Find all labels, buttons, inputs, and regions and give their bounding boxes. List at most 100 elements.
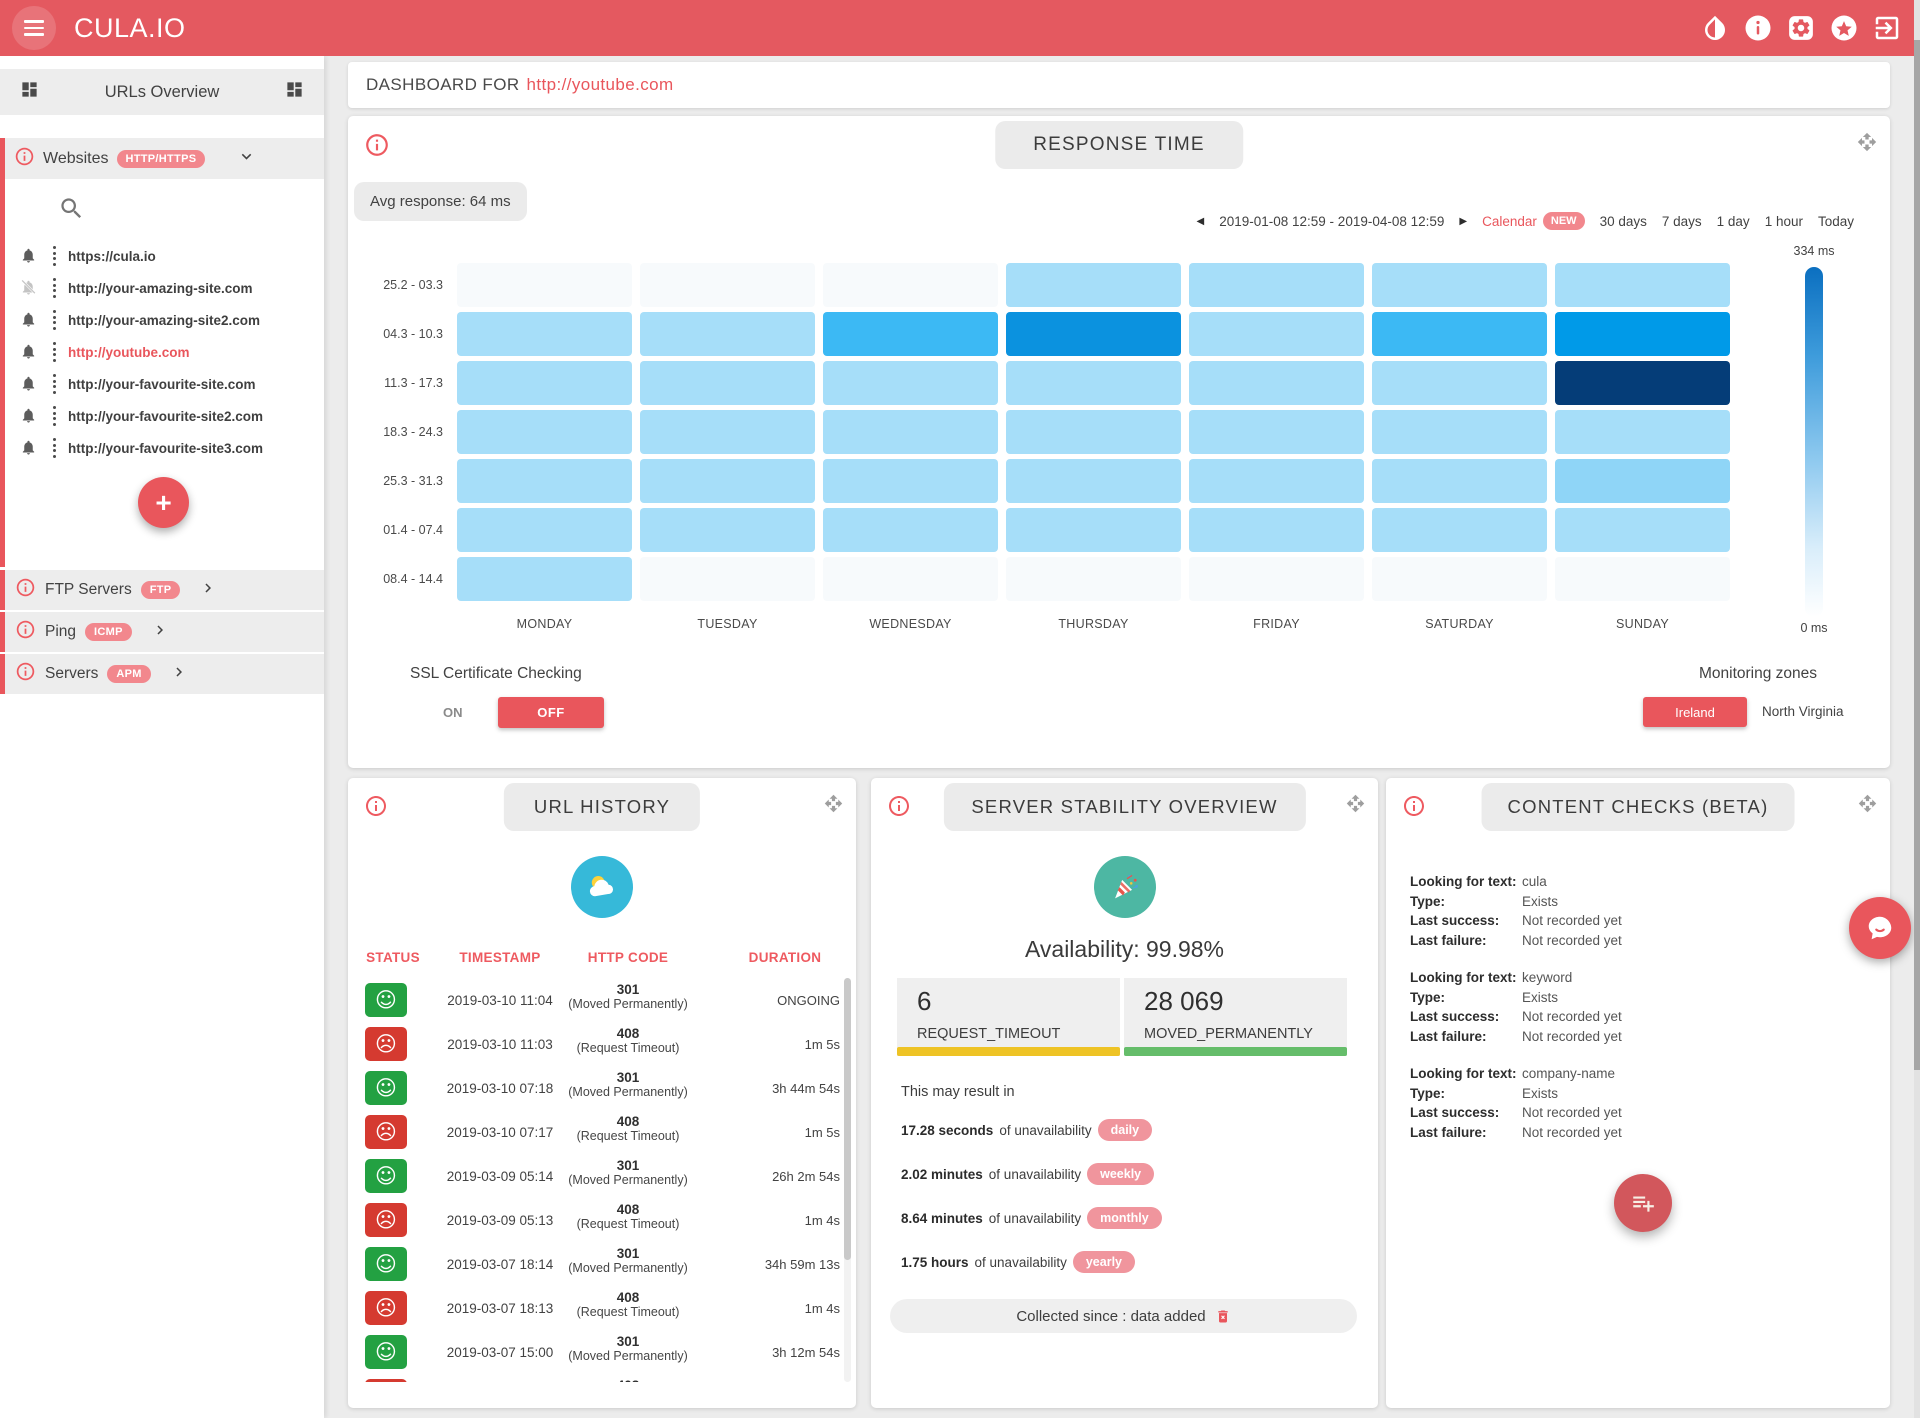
heatmap-cell[interactable] [1006,508,1181,552]
heatmap-cell[interactable] [457,263,632,307]
heatmap-cell[interactable] [1372,459,1547,503]
table-scrollbar-thumb[interactable] [844,978,851,1260]
heatmap-cell[interactable] [640,508,815,552]
table-row[interactable]: ☹2019-03-07 18:13408(Request Timeout)1m … [348,1286,856,1330]
heatmap-cell[interactable] [823,410,998,454]
invert-colors-icon[interactable] [1700,13,1730,43]
sidebar-url-item[interactable]: http://your-amazing-site.com [0,272,324,304]
drag-handle-icon[interactable] [53,246,56,266]
sidebar-section-servers[interactable]: Servers APM [0,654,324,694]
sidebar-url-item[interactable]: http://your-amazing-site2.com [0,304,324,336]
heatmap-cell[interactable] [823,312,998,356]
table-row[interactable]: ☺2019-03-10 11:04301(Moved Permanently)O… [348,978,856,1022]
heatmap-cell[interactable] [1555,459,1730,503]
trash-delete-icon[interactable] [1215,1308,1231,1325]
heatmap-cell[interactable] [1006,459,1181,503]
heatmap-cell[interactable] [457,459,632,503]
heatmap-cell[interactable] [1006,263,1181,307]
bell-muted-icon[interactable] [20,279,38,297]
info-outline-icon[interactable] [887,794,911,823]
heatmap-cell[interactable] [823,459,998,503]
heatmap-cell[interactable] [457,557,632,601]
dashboard-grid-icon[interactable] [285,80,304,104]
heatmap-cell[interactable] [1189,410,1364,454]
hamburger-menu-icon[interactable] [12,6,56,50]
table-row[interactable]: ☺2019-03-09 05:14301(Moved Permanently)2… [348,1154,856,1198]
move-icon[interactable] [1858,794,1877,818]
drag-handle-icon[interactable] [53,278,56,298]
ssl-on-button[interactable]: ON [443,705,463,720]
range-1-hour[interactable]: 1 hour [1765,214,1803,229]
sidebar-url-item[interactable]: http://your-favourite-site3.com [0,432,324,464]
add-url-button[interactable]: + [138,477,189,528]
exit-logout-icon[interactable] [1872,13,1902,43]
sidebar-url-item[interactable]: http://youtube.com [0,336,324,368]
heatmap-cell[interactable] [1555,361,1730,405]
heatmap-cell[interactable] [823,557,998,601]
heatmap-cell[interactable] [1006,557,1181,601]
page-scrollbar-thumb[interactable] [1914,40,1920,1070]
info-outline-icon[interactable] [364,794,388,823]
calendar-button[interactable]: Calendar [1482,214,1537,229]
move-icon[interactable] [824,794,843,818]
settings-gear-icon[interactable] [1786,13,1816,43]
drag-handle-icon[interactable] [53,406,56,426]
table-row[interactable]: ☹2019-03-10 11:03408(Request Timeout)1m … [348,1022,856,1066]
heatmap-cell[interactable] [640,410,815,454]
heatmap-cell[interactable] [1006,361,1181,405]
bell-icon[interactable] [20,375,38,393]
heatmap-cell[interactable] [640,312,815,356]
move-icon[interactable] [1346,794,1365,818]
drag-handle-icon[interactable] [53,310,56,330]
bell-icon[interactable] [20,407,38,425]
range-today[interactable]: Today [1818,214,1854,229]
heatmap-cell[interactable] [823,508,998,552]
move-icon[interactable] [1857,132,1877,157]
sidebar-url-item[interactable]: https://cula.io [0,240,324,272]
heatmap-cell[interactable] [1372,312,1547,356]
heatmap-cell[interactable] [1189,263,1364,307]
range-30-days[interactable]: 30 days [1600,214,1647,229]
heatmap-cell[interactable] [1372,263,1547,307]
heatmap-cell[interactable] [823,263,998,307]
info-outline-icon[interactable] [1402,794,1426,823]
prev-range-arrow[interactable]: ◀ [1197,216,1205,227]
drag-handle-icon[interactable] [53,342,56,362]
heatmap-cell[interactable] [1555,508,1730,552]
heatmap-cell[interactable] [1189,361,1364,405]
sidebar-url-item[interactable]: http://your-favourite-site2.com [0,400,324,432]
heatmap-cell[interactable] [1372,557,1547,601]
drag-handle-icon[interactable] [53,374,56,394]
sidebar-section-websites[interactable]: Websites HTTP/HTTPS [5,138,324,179]
heatmap-cell[interactable] [1006,312,1181,356]
table-row[interactable]: ☹2019-03-09 05:13408(Request Timeout)1m … [348,1198,856,1242]
bell-icon[interactable] [20,343,38,361]
heatmap-cell[interactable] [823,361,998,405]
heatmap-cell[interactable] [1189,312,1364,356]
heatmap-cell[interactable] [640,361,815,405]
heatmap-cell[interactable] [457,508,632,552]
heatmap-cell[interactable] [1372,508,1547,552]
zone-ireland-button[interactable]: Ireland [1643,697,1747,727]
search-icon[interactable] [58,195,85,227]
bell-icon[interactable] [20,311,38,329]
heatmap-cell[interactable] [1372,410,1547,454]
info-outline-icon[interactable] [364,132,390,163]
bell-icon[interactable] [20,247,38,265]
next-range-arrow[interactable]: ▶ [1459,216,1467,227]
heatmap-cell[interactable] [1006,410,1181,454]
heatmap-cell[interactable] [640,263,815,307]
table-row[interactable]: ☺2019-03-07 18:14301(Moved Permanently)3… [348,1242,856,1286]
star-icon[interactable] [1829,13,1859,43]
ssl-off-button[interactable]: OFF [498,697,604,728]
chevron-down-icon[interactable] [237,147,256,171]
table-row[interactable]: ☺2019-03-10 07:18301(Moved Permanently)3… [348,1066,856,1110]
drag-handle-icon[interactable] [53,438,56,458]
sidebar-section-ftp-servers[interactable]: FTP Servers FTP [0,570,324,610]
table-row[interactable]: ☹408 [348,1374,856,1382]
heatmap-cell[interactable] [1555,410,1730,454]
heatmap-cell[interactable] [640,557,815,601]
chat-widget-button[interactable] [1849,897,1911,959]
zone-north-virginia-button[interactable]: North Virginia [1762,704,1844,719]
heatmap-cell[interactable] [1555,312,1730,356]
